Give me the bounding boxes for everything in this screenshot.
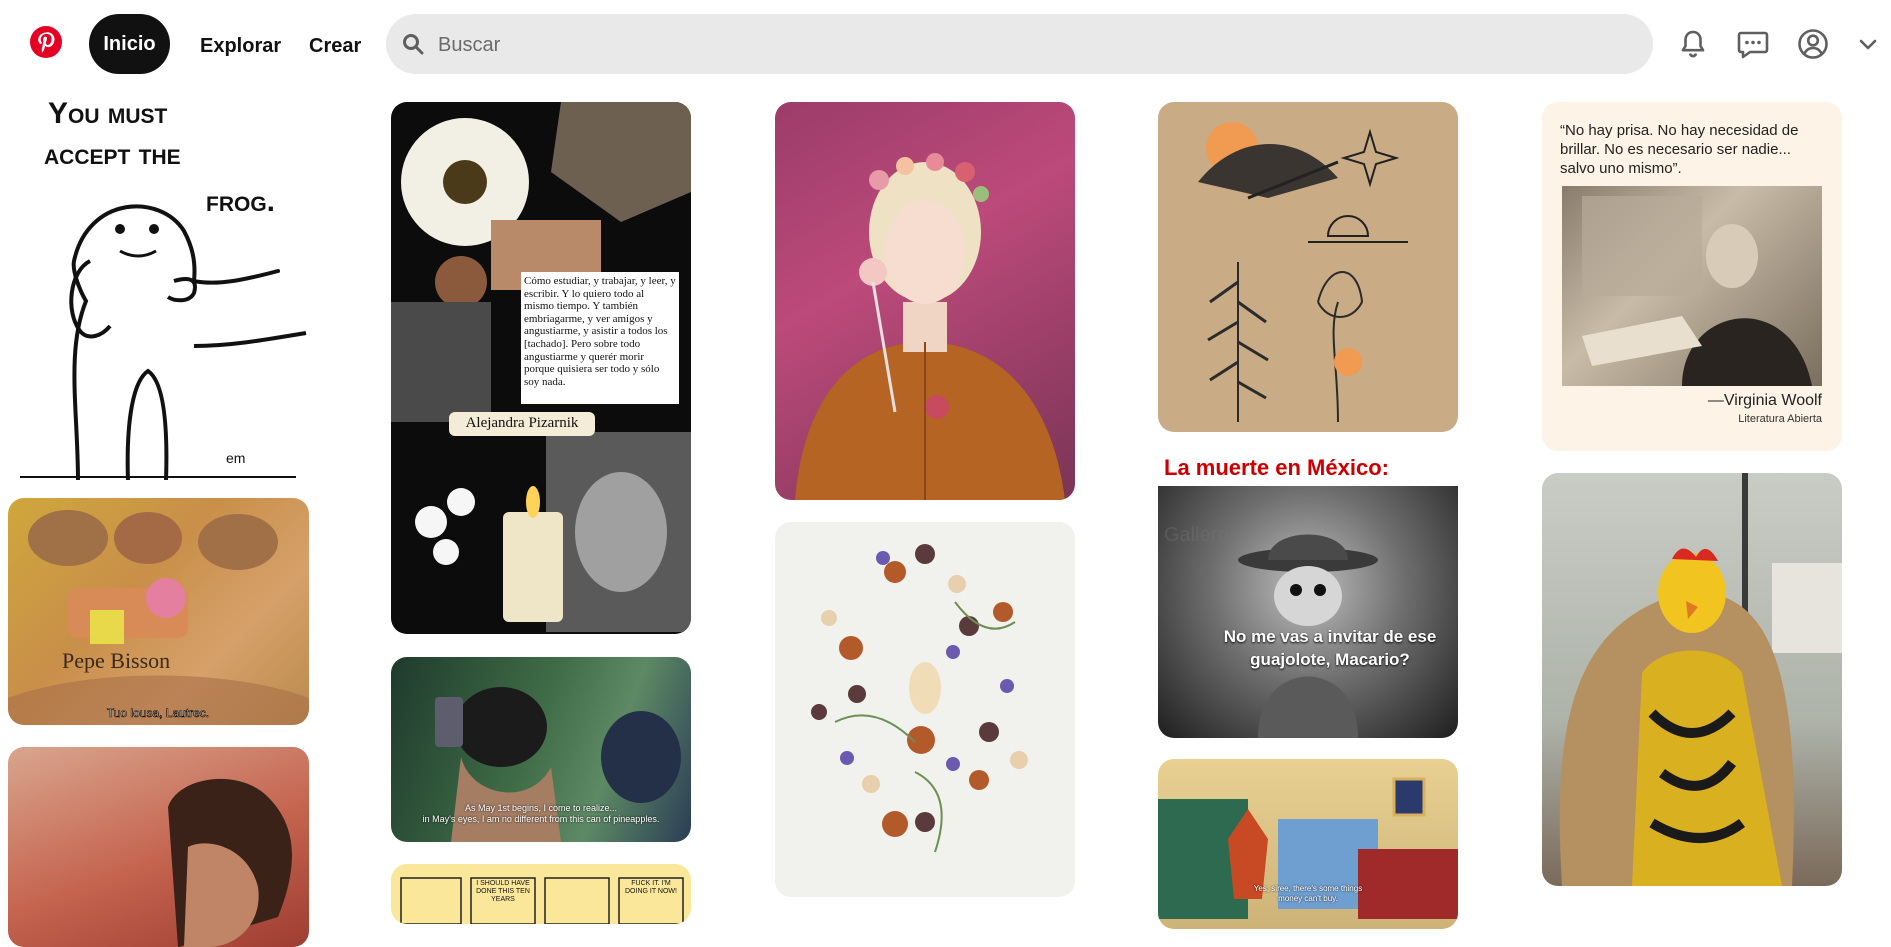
nav-explore-link[interactable]: Explorar <box>200 14 281 74</box>
comic-panel-2-text: FUCK IT. I'M DOING IT NOW! <box>625 880 677 895</box>
pin-la-muerte-mexico[interactable]: La muerte en México: Gallero No me vas a… <box>1158 454 1458 738</box>
frog-drawing-image: You must accept the frog. em <box>20 101 307 480</box>
la-muerte-title: La muerte en México: <box>1164 455 1389 480</box>
top-header: Inicio Explorar Crear <box>0 0 1891 88</box>
chevron-down-icon[interactable] <box>1853 24 1883 64</box>
profile-icon[interactable] <box>1793 24 1833 64</box>
search-bar[interactable] <box>386 14 1653 76</box>
frog-line-2: accept the <box>44 138 181 171</box>
man-portrait-image <box>168 778 292 947</box>
pin-pressed-flowers[interactable] <box>775 522 1075 897</box>
pin-chicken-armchair[interactable] <box>1542 473 1842 886</box>
chicken-armchair-image <box>1559 473 1842 886</box>
woolf-author: —Virginia Woolf <box>1707 392 1822 409</box>
cartoon-subtitle-2: money can't buy. <box>1278 894 1338 903</box>
la-muerte-caption: No me vas a invitar de ese guajolote, Ma… <box>1223 627 1437 669</box>
search-icon <box>403 34 424 55</box>
pin-virginia-woolf-quote[interactable]: “No hay prisa. No hay necesidad de brill… <box>1542 102 1842 451</box>
pin-spongebob-lautrec[interactable]: Pepe Bisson Tuo lousa, Lautrec. <box>8 498 309 725</box>
pin-pizarnik-collage[interactable]: Cómo estudiar, y trabajar, y leer, y esc… <box>391 102 691 634</box>
woolf-quote: “No hay prisa. No hay necesidad de brill… <box>1560 122 1799 177</box>
pizarnik-author: Alejandra Pizarnik <box>465 415 579 431</box>
flower-crown-image <box>795 153 1065 500</box>
nav-home-button[interactable]: Inicio <box>89 14 170 74</box>
pinterest-logo-icon[interactable] <box>30 26 62 58</box>
message-icon[interactable] <box>1733 24 1773 64</box>
woolf-photo <box>1562 186 1822 386</box>
nav-create-link[interactable]: Crear <box>309 14 361 74</box>
comic-panel-1-text: I SHOULD HAVE DONE THIS TEN YEARS <box>476 880 530 903</box>
pizarnik-quote: Cómo estudiar, y trabajar, y leer, y esc… <box>524 275 676 388</box>
poster-text: Pepe Bisson <box>62 648 170 673</box>
pin-cartoon-bedroom[interactable]: Yes, siree, there's some things money ca… <box>1158 759 1458 929</box>
kraft-botanical-image <box>1198 122 1408 423</box>
spongebob-image: Pepe Bisson Tuo lousa, Lautrec. <box>8 510 309 725</box>
pin-frog-drawing[interactable]: You must accept the frog. em <box>8 101 309 480</box>
frog-line-1: You must <box>48 101 168 130</box>
search-input[interactable] <box>436 14 1620 76</box>
chungking-subtitle-1: As May 1st begins, I come to realize... <box>464 803 618 813</box>
pressed-flowers-image <box>811 544 1028 853</box>
la-muerte-watermark: Gallero <box>1164 524 1229 546</box>
pin-flower-crown-portrait[interactable] <box>775 102 1075 500</box>
pin-kraft-botanical[interactable] <box>1158 102 1458 432</box>
pin-chungking-still[interactable]: As May 1st begins, I come to realize... … <box>391 657 691 842</box>
pin-man-portrait[interactable] <box>8 747 309 947</box>
pin-comic-strip[interactable]: I SHOULD HAVE DONE THIS TEN YEARS FUCK I… <box>391 864 691 924</box>
frog-line-3: frog. <box>206 185 275 218</box>
bell-icon[interactable] <box>1673 24 1713 64</box>
chungking-subtitle-2: in May's eyes, I am no different from th… <box>422 814 660 824</box>
woolf-source: Literatura Abierta <box>1738 413 1822 425</box>
frog-signature: em <box>226 450 245 466</box>
spongebob-subtitle: Tuo lousa, Lautrec. <box>107 706 209 720</box>
